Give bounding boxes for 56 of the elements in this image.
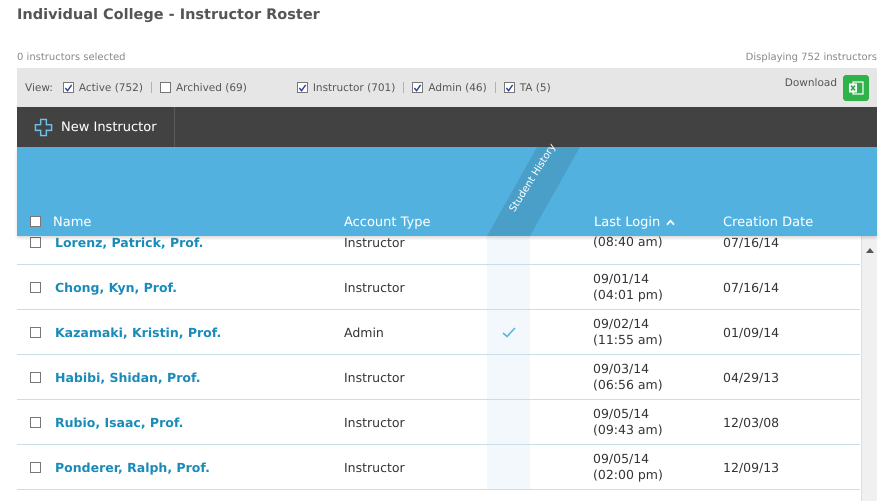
checkmark-icon	[502, 326, 516, 338]
filter-label[interactable]: TA (5)	[520, 82, 551, 94]
account-type-cell: Admin	[344, 324, 384, 340]
filter-label[interactable]: Instructor (701)	[312, 82, 396, 94]
filter-label[interactable]: Archived (69)	[176, 82, 247, 94]
last-login-cell: 09/03/14 (06:56 am)	[593, 360, 663, 394]
creation-date-cell: 07/16/14	[723, 280, 780, 294]
scroll-up-icon	[866, 248, 874, 253]
select-all-checkbox[interactable]	[30, 216, 41, 227]
row-checkbox[interactable]	[30, 282, 41, 292]
scrollbar[interactable]	[861, 236, 877, 501]
page-title: Individual College - Instructor Roster	[16, 6, 321, 25]
column-header[interactable]: Name	[53, 215, 92, 230]
spreadsheet-download-button[interactable]	[843, 74, 869, 100]
filter-checkbox[interactable]	[296, 82, 308, 93]
account-type-cell: Instructor	[344, 414, 405, 430]
filter-label[interactable]: Admin (46)	[428, 82, 487, 94]
view-label: View:	[25, 82, 53, 94]
account-type-cell: Instructor	[344, 280, 405, 294]
display-count: Displaying 752 instructors	[746, 52, 877, 65]
row-checkbox[interactable]	[30, 236, 41, 248]
instructor-name-link[interactable]: Kazamaki, Kristin, Prof.	[55, 324, 222, 340]
filter-label[interactable]: Active (752)	[78, 82, 143, 94]
filter-checkbox[interactable]	[160, 82, 171, 93]
row-checkbox[interactable]	[30, 372, 41, 382]
row-checkbox[interactable]	[30, 462, 41, 472]
filter-checkbox[interactable]	[62, 82, 74, 93]
instructor-name-link[interactable]: Lorenz, Patrick, Prof.	[55, 234, 204, 250]
last-login-cell: (08:40 am)	[593, 234, 663, 250]
creation-date-cell: 12/03/08	[723, 414, 780, 430]
column-header[interactable]: Creation Date	[723, 215, 814, 230]
column-header[interactable]: Account Type	[344, 215, 430, 230]
spreadsheet-icon	[848, 80, 864, 96]
creation-date-cell: 07/16/14	[723, 234, 780, 250]
column-header[interactable]: Last Login	[594, 215, 676, 230]
creation-date-cell: 01/09/14	[723, 324, 780, 340]
account-type-cell: Instructor	[344, 234, 405, 250]
creation-date-cell: 04/29/13	[723, 370, 780, 384]
last-login-cell: 09/05/14 (02:00 pm)	[593, 450, 663, 484]
instructor-name-link[interactable]: Chong, Kyn, Prof.	[55, 280, 178, 294]
selection-count: 0 instructors selected	[17, 52, 126, 65]
plus-icon	[34, 118, 53, 136]
row-checkbox[interactable]	[30, 416, 41, 428]
download-label: Download	[784, 77, 837, 89]
filter-checkbox[interactable]	[412, 82, 424, 93]
last-login-cell: 09/05/14 (09:43 am)	[593, 406, 663, 438]
filter-checkbox[interactable]	[504, 82, 515, 93]
account-type-cell: Instructor	[344, 460, 405, 474]
instructor-name-link[interactable]: Ponderer, Ralph, Prof.	[55, 460, 210, 474]
row-checkbox[interactable]	[30, 326, 41, 338]
instructor-name-link[interactable]: Habibi, Shidan, Prof.	[55, 370, 200, 384]
instructor-name-link[interactable]: Rubio, Isaac, Prof.	[55, 414, 184, 430]
last-login-cell: 09/01/14 (04:01 pm)	[593, 270, 663, 304]
account-type-cell: Instructor	[344, 370, 405, 384]
last-login-cell: 09/02/14 (11:55 am)	[593, 316, 663, 348]
creation-date-cell: 12/09/13	[723, 460, 780, 474]
